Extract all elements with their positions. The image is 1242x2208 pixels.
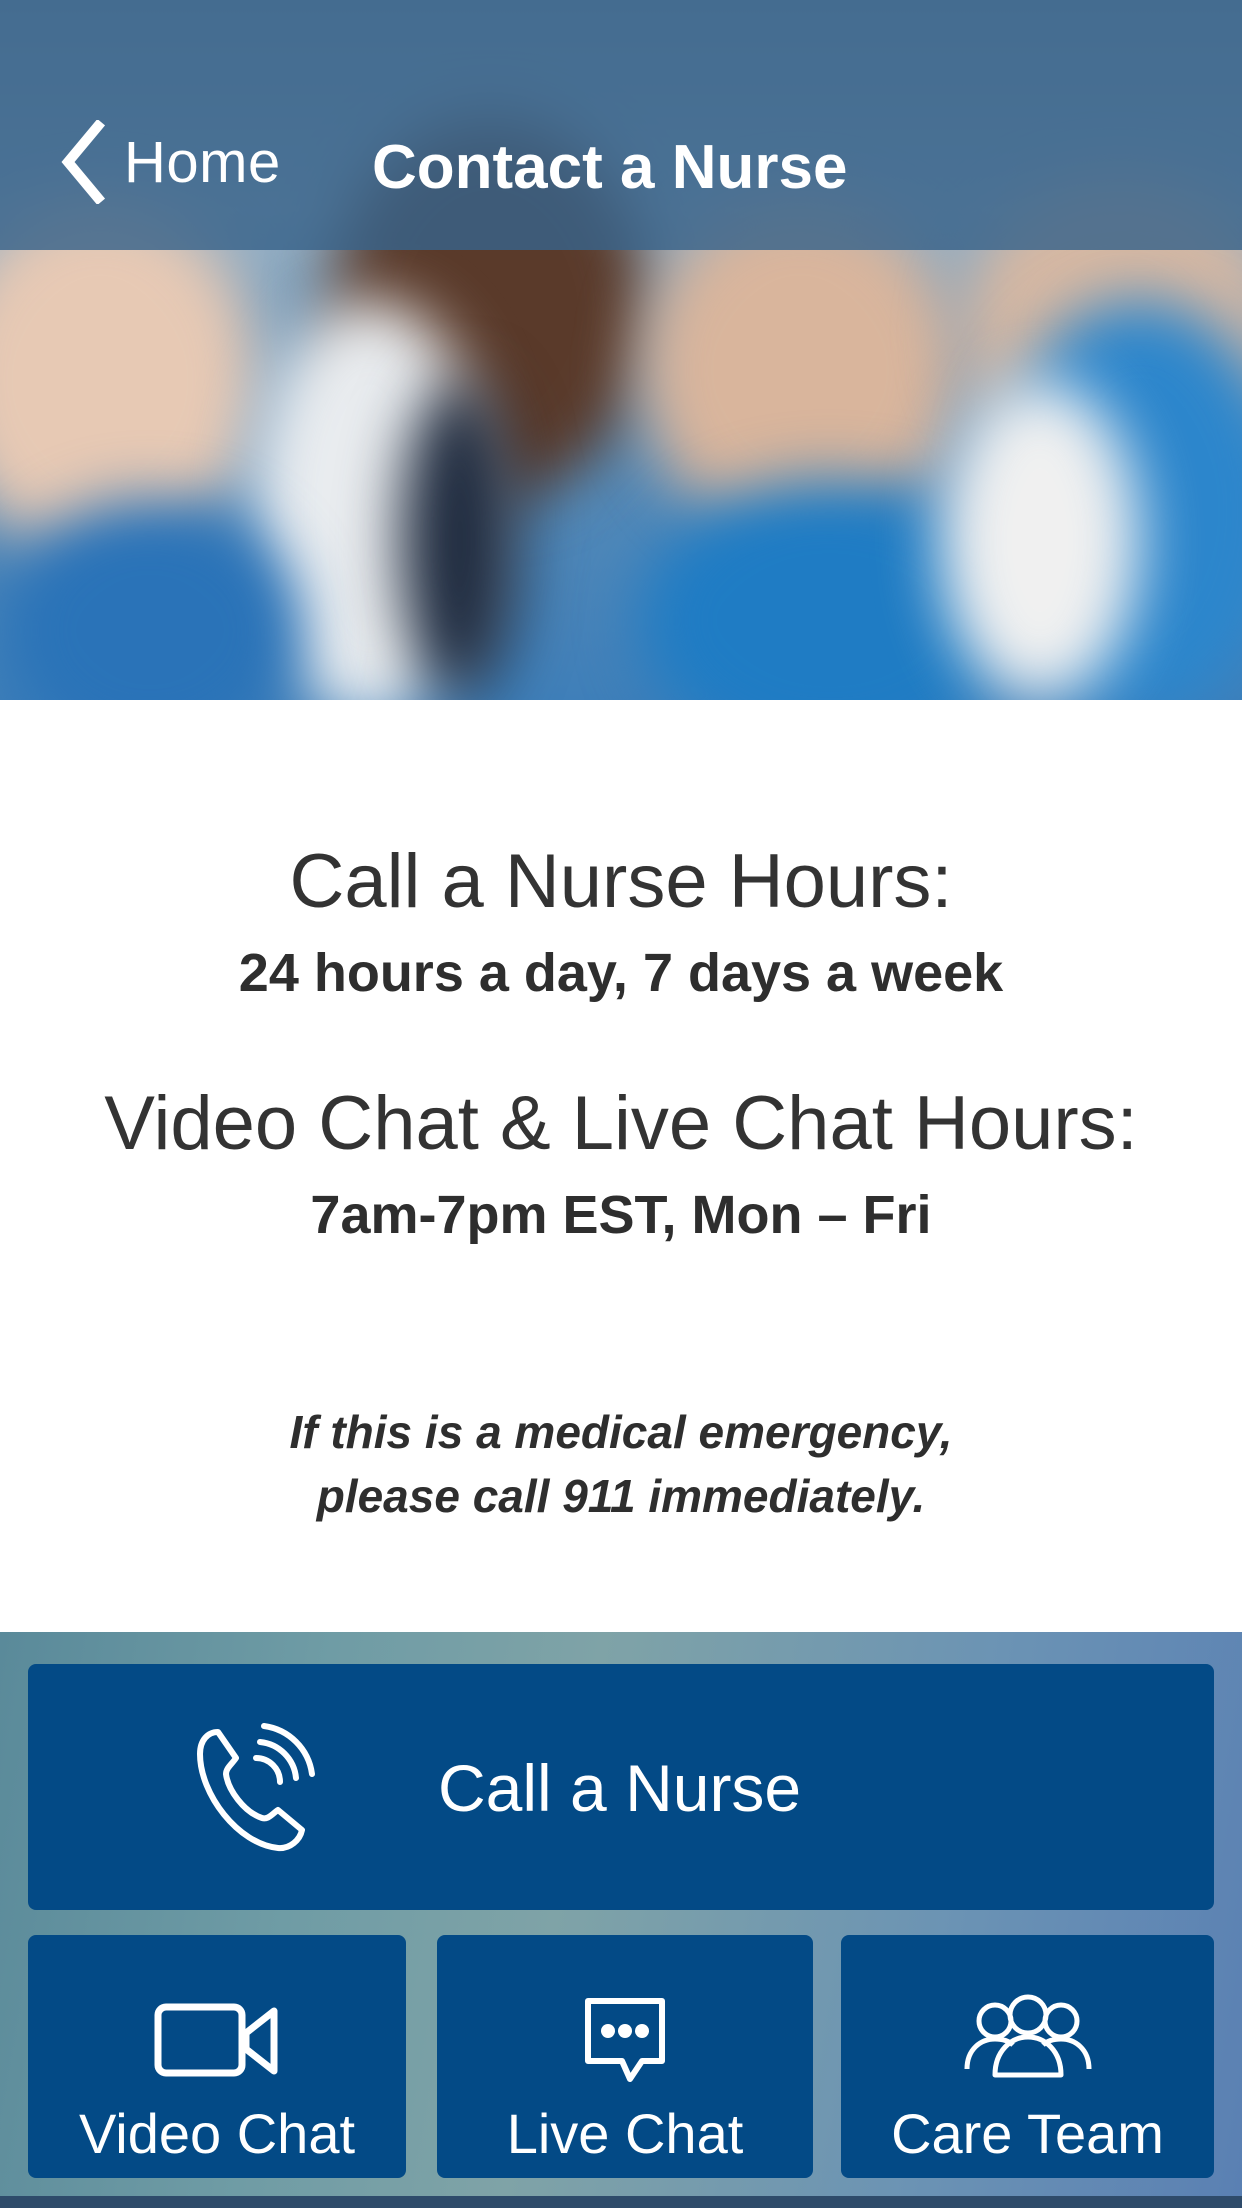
call-a-nurse-label: Call a Nurse <box>438 1751 802 1825</box>
video-camera-icon <box>154 2003 278 2077</box>
action-panel: Call a Nurse Video Chat Live Chat Care T… <box>0 1632 1242 2208</box>
live-chat-label: Live Chat <box>506 2102 744 2165</box>
emergency-notice-line2: please call 911 immediately. <box>316 1470 926 1522</box>
navigation-bar: Home Contact a Nurse <box>0 0 1242 250</box>
bottom-divider <box>0 2196 1242 2208</box>
video-chat-button[interactable]: Video Chat <box>28 1935 406 2178</box>
care-team-label: Care Team <box>891 2102 1164 2165</box>
chevron-left-icon <box>61 120 106 204</box>
call-hours-value: 24 hours a day, 7 days a week <box>238 943 1004 1003</box>
back-label: Home <box>124 129 281 195</box>
hero-image: Home Contact a Nurse <box>0 0 1242 700</box>
chat-hours-value: 7am-7pm EST, Mon – Fri <box>310 1185 932 1245</box>
phone-ringing-icon <box>197 1723 315 1852</box>
live-chat-button[interactable]: Live Chat <box>437 1935 813 2178</box>
people-group-icon <box>964 1994 1091 2078</box>
care-team-button[interactable]: Care Team <box>841 1935 1214 2178</box>
page-title: Contact a Nurse <box>372 133 848 202</box>
emergency-notice-line1: If this is a medical emergency, <box>289 1406 953 1458</box>
back-button[interactable]: Home <box>60 120 281 204</box>
call-a-nurse-button[interactable]: Call a Nurse <box>28 1664 1214 1910</box>
video-chat-label: Video Chat <box>78 2102 356 2165</box>
chat-bubble-icon <box>585 1998 665 2082</box>
call-hours-title: Call a Nurse Hours: <box>289 839 953 924</box>
chat-hours-title: Video Chat & Live Chat Hours: <box>104 1081 1138 1166</box>
